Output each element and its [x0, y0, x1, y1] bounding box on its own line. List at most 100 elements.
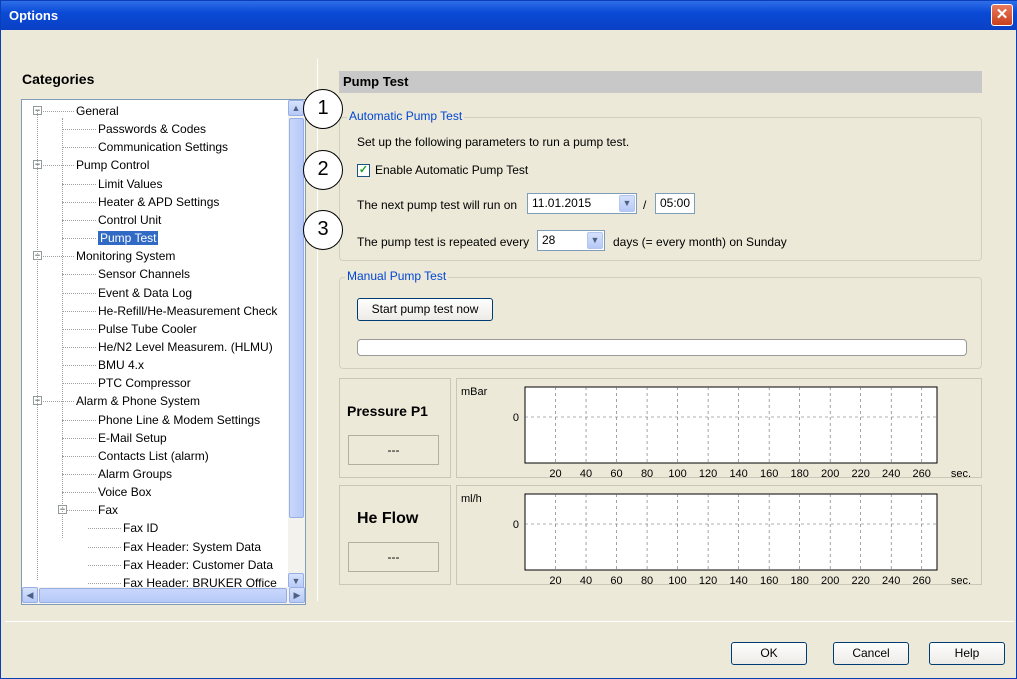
- tree-item-phone-line-modem-settings[interactable]: Phone Line & Modem Settings: [98, 411, 260, 429]
- x-tick-label: 100: [668, 575, 686, 584]
- tree-connector: [62, 274, 96, 276]
- pump-test-progress-bar: [357, 339, 967, 356]
- ok-button[interactable]: OK: [731, 642, 807, 665]
- x-tick-label: 180: [790, 575, 808, 584]
- y-tick-label: 0: [513, 519, 519, 531]
- tree-item-label: Fax Header: Customer Data: [123, 557, 274, 572]
- tree-item-label: Sensor Channels: [98, 267, 191, 282]
- tree-connector: [62, 147, 96, 149]
- tree-connector: [62, 183, 96, 185]
- automatic-pump-test-legend: Automatic Pump Test: [347, 109, 465, 123]
- tree-item-limit-values[interactable]: Limit Values: [98, 175, 162, 193]
- tree-connector: [37, 111, 74, 112]
- tree-connector: [62, 474, 96, 475]
- scroll-thumb[interactable]: [289, 118, 304, 518]
- tree-item-fax[interactable]: Fax: [98, 501, 118, 519]
- tree-item-label: Passwords & Codes: [98, 122, 207, 137]
- checkmark-icon: ✓: [358, 164, 369, 176]
- next-date-select[interactable]: 11.01.2015 ▼: [527, 193, 637, 214]
- tree-item-label: Alarm & Phone System: [76, 394, 201, 409]
- tree-connector: [62, 310, 96, 312]
- start-pump-test-button[interactable]: Start pump test now: [357, 298, 493, 321]
- tree-item-fax-header-system-data[interactable]: Fax Header: System Data: [123, 538, 261, 556]
- tree-item-label: He/N2 Level Measurem. (HLMU): [98, 339, 273, 354]
- tree-connector: [62, 328, 96, 330]
- tree-item-ptc-compressor[interactable]: PTC Compressor: [98, 374, 191, 392]
- tree-item-communication-settings[interactable]: Communication Settings: [98, 138, 228, 156]
- x-tick-label: 240: [882, 468, 900, 477]
- tree-item-label: Fax ID: [123, 521, 159, 536]
- enable-automatic-checkbox[interactable]: ✓: [357, 164, 370, 177]
- tree-item-fax-header-bruker-office[interactable]: Fax Header: BRUKER Office: [123, 574, 277, 592]
- enable-automatic-label: Enable Automatic Pump Test: [375, 163, 529, 177]
- page-title: Pump Test: [339, 71, 982, 93]
- scroll-up-icon[interactable]: ▲: [288, 100, 304, 116]
- tree-item-passwords-codes[interactable]: Passwords & Codes: [98, 120, 206, 138]
- tree-item-pump-test[interactable]: Pump Test: [98, 229, 159, 247]
- tree-item-voice-box[interactable]: Voice Box: [98, 483, 151, 501]
- x-tick-label: 20: [549, 575, 561, 584]
- x-tick-label: 180: [790, 468, 808, 477]
- help-button[interactable]: Help: [929, 642, 1005, 665]
- tree-item-sensor-channels[interactable]: Sensor Channels: [98, 265, 190, 283]
- tree-connector: [62, 455, 96, 457]
- x-tick-label: 60: [610, 468, 622, 477]
- tree-item-monitoring-system[interactable]: Monitoring System: [76, 247, 175, 265]
- tree-item-event-data-log[interactable]: Event & Data Log: [98, 284, 192, 302]
- tree-item-control-unit[interactable]: Control Unit: [98, 211, 161, 229]
- tree-item-e-mail-setup[interactable]: E-Mail Setup: [98, 429, 167, 447]
- tree-item-alarm-phone-system[interactable]: Alarm & Phone System: [76, 392, 200, 410]
- tree-connector: [62, 346, 96, 348]
- scroll-right-icon[interactable]: ▶: [289, 587, 305, 603]
- tree-item-fax-id[interactable]: Fax ID: [123, 519, 158, 537]
- tree-item-label: Alarm Groups: [98, 467, 173, 481]
- repeat-days-select[interactable]: 28 ▼: [537, 230, 605, 251]
- close-icon[interactable]: ✕: [991, 4, 1013, 26]
- x-tick-label: 100: [668, 468, 686, 477]
- scroll-left-icon[interactable]: ◀: [22, 587, 38, 603]
- tree-connector: [62, 365, 96, 367]
- tree-connector: [37, 401, 74, 403]
- chevron-down-icon[interactable]: ▼: [587, 232, 603, 249]
- tree-connector: [62, 292, 96, 294]
- x-tick-label: 20: [549, 468, 561, 477]
- tree-connector: [62, 437, 96, 439]
- tree-item-fax-header-customer-data[interactable]: Fax Header: Customer Data: [123, 556, 273, 574]
- x-tick-label: 240: [882, 575, 900, 584]
- tree-item-he-refill-he-measurement-check[interactable]: He-Refill/He-Measurement Check: [98, 302, 277, 320]
- he-flow-chart: 20 40 60 80 100 120 140 160 180 200 220 240 260 0 ml/h…: [456, 485, 982, 587]
- tree-item-pulse-tube-cooler[interactable]: Pulse Tube Cooler: [98, 320, 197, 338]
- he-flow-meter: He Flow ---: [339, 485, 451, 585]
- x-tick-label: 80: [641, 468, 653, 477]
- x-tick-label: 260: [913, 575, 931, 584]
- next-time-field[interactable]: 05:00: [655, 193, 695, 214]
- x-tick-label: 60: [610, 575, 622, 584]
- x-tick-label: 40: [580, 468, 592, 477]
- manual-pump-test-legend: Manual Pump Test: [345, 269, 449, 283]
- repeat-days-value: 28: [542, 233, 556, 247]
- pressure-title: Pressure P1: [347, 403, 428, 419]
- y-tick-label: 0: [513, 412, 519, 424]
- x-tick-label: 260: [913, 468, 931, 477]
- x-tick-label: 200: [821, 575, 839, 584]
- date-time-separator: /: [643, 198, 647, 212]
- cancel-button[interactable]: Cancel: [833, 642, 909, 665]
- tree-connector: [88, 564, 121, 566]
- tree-connector: [62, 492, 96, 494]
- tree-item-label: E-Mail Setup: [98, 430, 167, 445]
- tree-item-bmu-4-x[interactable]: BMU 4.x: [98, 356, 144, 374]
- tree-item-contacts-list-alarm[interactable]: Contacts List (alarm): [98, 447, 209, 465]
- tree-item-heater-apd-settings[interactable]: Heater & APD Settings: [98, 193, 219, 211]
- tree-item-he-n2-level-measurem-hlmu[interactable]: He/N2 Level Measurem. (HLMU): [98, 338, 273, 356]
- tree-item-alarm-groups[interactable]: Alarm Groups: [98, 465, 172, 483]
- tree-connector: [62, 129, 96, 131]
- tree-item-label: Fax: [98, 503, 119, 518]
- footer-divider: [5, 621, 1014, 622]
- tree-item-label: Heater & APD Settings: [98, 194, 220, 209]
- tree-item-pump-control[interactable]: Pump Control: [76, 156, 149, 174]
- tree-item-label: Contacts List (alarm): [98, 448, 209, 463]
- tree-item-label: Pump Test: [98, 231, 159, 246]
- tree-item-general[interactable]: General: [76, 102, 119, 120]
- categories-tree[interactable]: ▲ ▼ ◀ ▶ General − Passwords & Codes Communi…: [21, 99, 306, 605]
- chevron-down-icon[interactable]: ▼: [619, 195, 635, 212]
